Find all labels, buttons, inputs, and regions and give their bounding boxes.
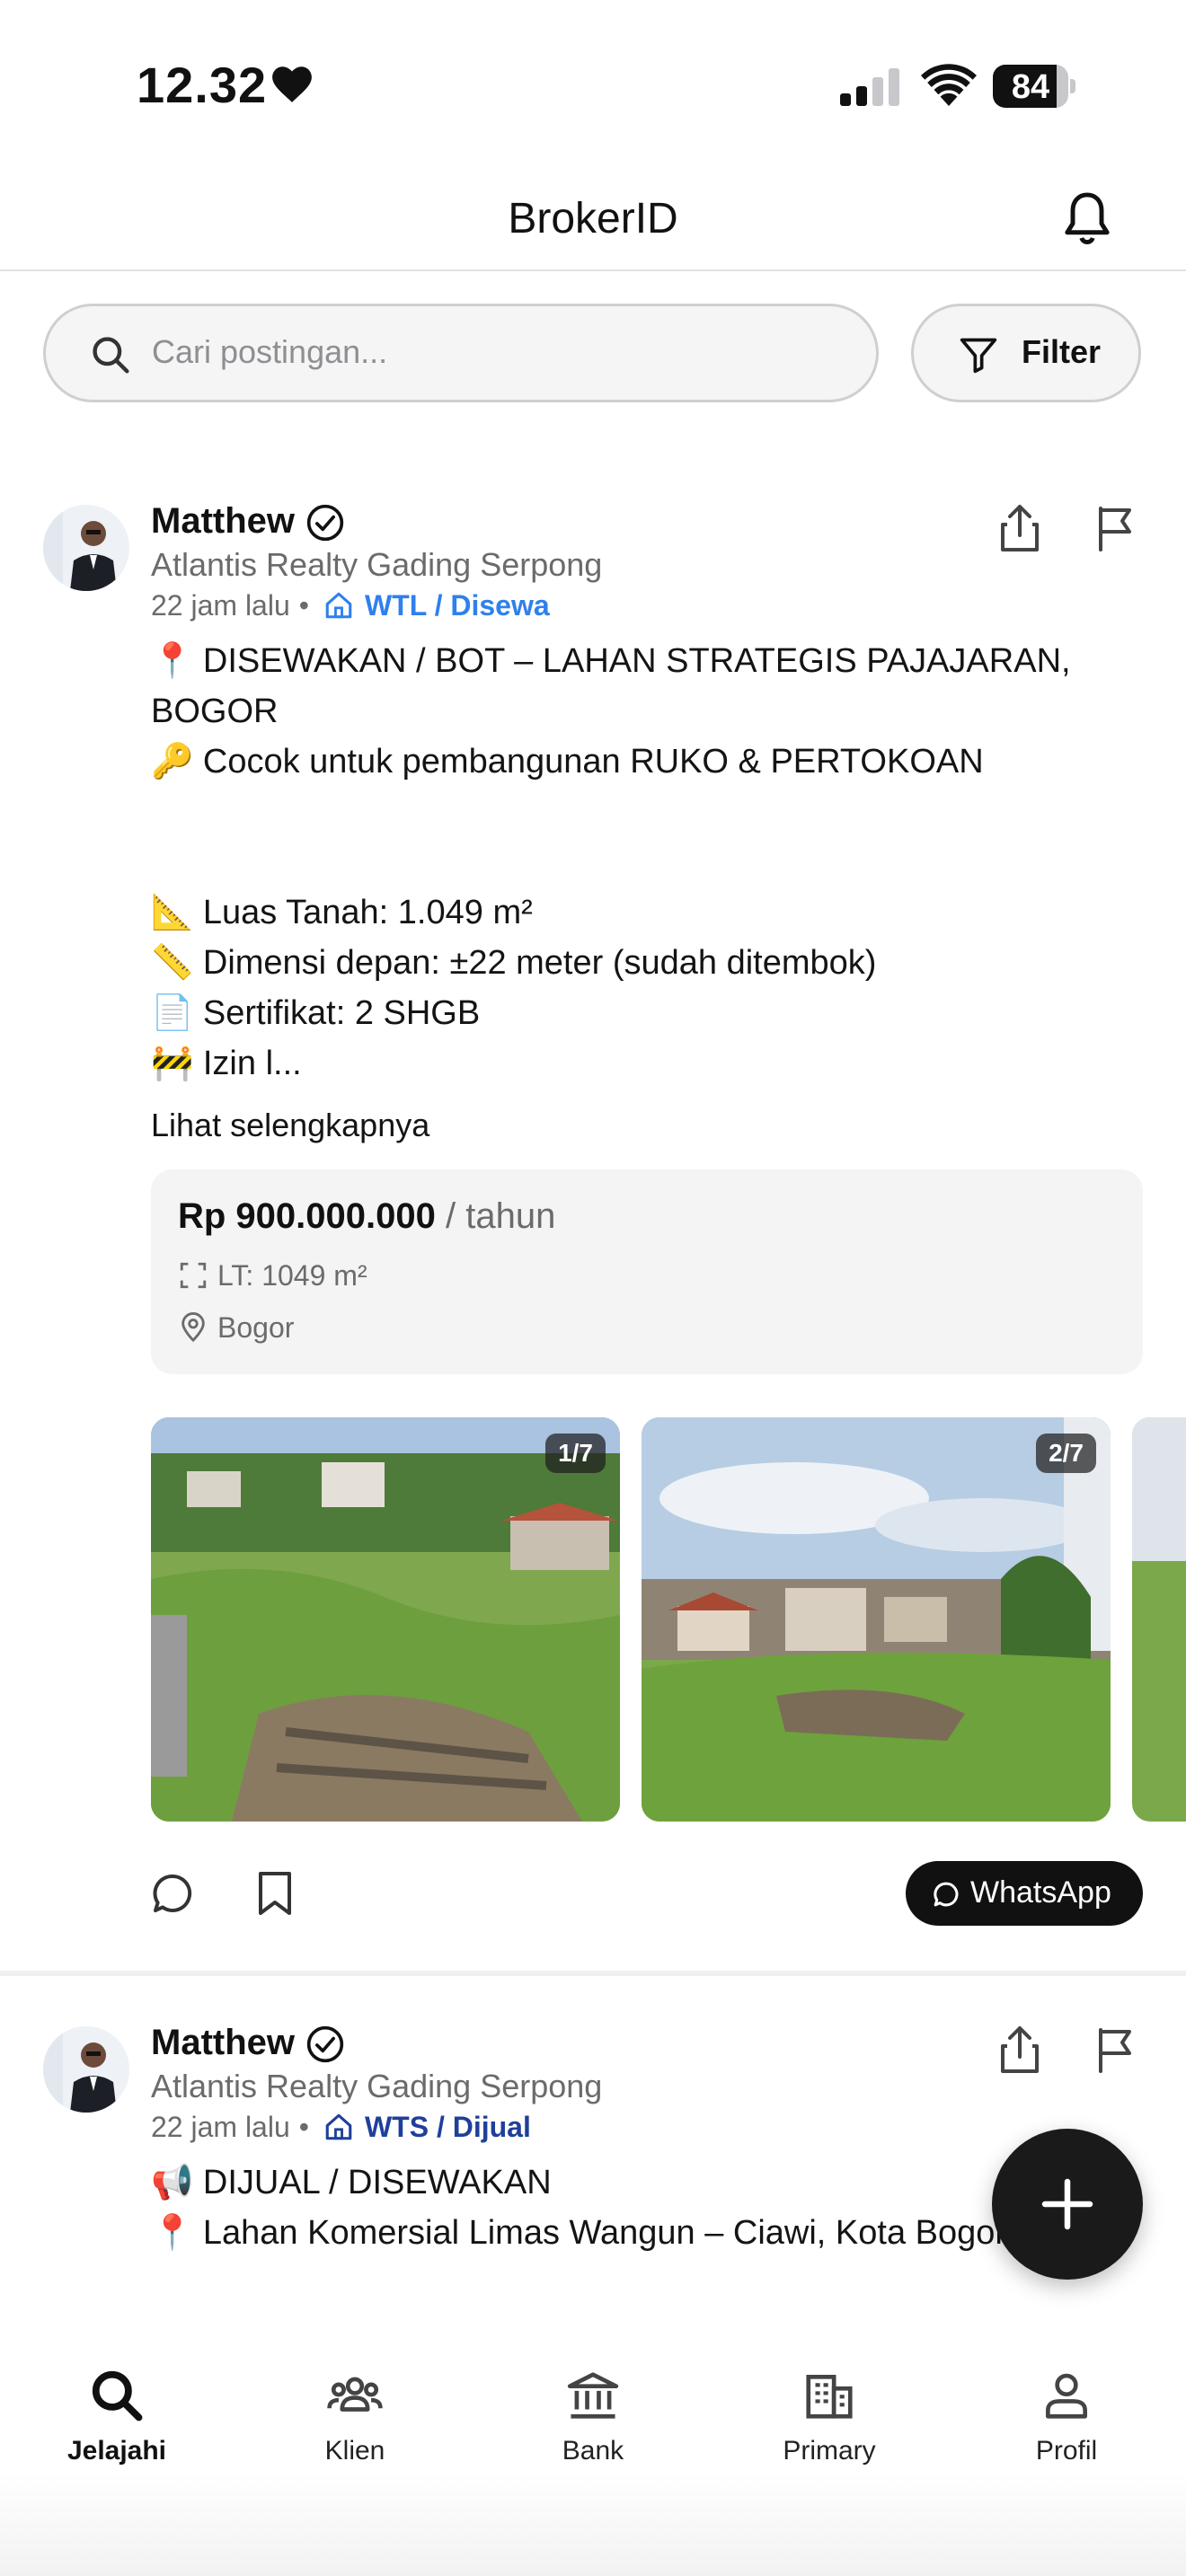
location: Bogor: [178, 1311, 294, 1345]
author-agency: Atlantis Realty Gading Serpong: [151, 546, 603, 583]
photo-counter: 1/7: [545, 1434, 606, 1473]
listing-photo[interactable]: 2/7: [642, 1417, 1111, 1822]
meta-separator: •: [298, 2111, 309, 2143]
bank-icon: [567, 2372, 619, 2419]
avatar[interactable]: [43, 505, 129, 591]
battery-percentage: 84: [1011, 68, 1050, 106]
person-icon: [1046, 2373, 1087, 2419]
post-meta: 22 jam lalu • WTL / Disewa: [151, 589, 550, 622]
filter-button[interactable]: Filter: [911, 304, 1141, 402]
nav-label: Primary: [783, 2436, 876, 2466]
whatsapp-label: WhatsApp: [970, 1875, 1111, 1910]
building-icon: [806, 2375, 853, 2419]
app-title: BrokerID: [508, 195, 678, 243]
app-header: BrokerID: [0, 171, 1186, 271]
avatar[interactable]: [43, 2026, 129, 2113]
battery-body: 84: [993, 65, 1068, 108]
price-card[interactable]: Rp 900.000.000 / tahun LT: 1049 m² Bogor: [151, 1169, 1143, 1374]
bottom-navigation: Jelajahi Klien Bank Primary Profil: [0, 2317, 1186, 2576]
report-flag-icon[interactable]: [1093, 503, 1137, 553]
avatar-image: [43, 2026, 129, 2113]
land-photo: [151, 1417, 620, 1822]
area-icon: [180, 1262, 207, 1289]
nav-label: Klien: [324, 2436, 385, 2466]
battery-cap: [1070, 79, 1075, 93]
price-period: / tahun: [446, 1196, 556, 1236]
listing-photo[interactable]: [1132, 1417, 1186, 1822]
verified-icon: [306, 504, 344, 542]
chat-bubble-icon: [934, 1882, 959, 1907]
post-time: 22 jam lalu: [151, 589, 290, 622]
author-name[interactable]: Matthew: [151, 2023, 295, 2063]
location-pin-icon: [181, 1312, 205, 1343]
post-meta: 22 jam lalu • WTS / Dijual: [151, 2111, 531, 2144]
author-name[interactable]: Matthew: [151, 501, 295, 542]
search-input[interactable]: Cari postingan...: [43, 304, 879, 402]
nav-item-profil[interactable]: Profil: [977, 2368, 1156, 2484]
status-time: 12.32: [137, 57, 268, 113]
share-icon[interactable]: [997, 2025, 1042, 2075]
land-photo: [1132, 1417, 1186, 1822]
land-area: LT: 1049 m²: [178, 1259, 367, 1292]
post-time: 22 jam lalu: [151, 2111, 290, 2143]
nav-item-bank[interactable]: Bank: [503, 2368, 683, 2484]
nav-label: Jelajahi: [66, 2436, 167, 2466]
search-icon: [93, 337, 129, 374]
listing-tag[interactable]: WTS / Dijual: [365, 2111, 531, 2143]
report-flag-icon[interactable]: [1093, 2025, 1137, 2075]
whatsapp-button[interactable]: WhatsApp: [906, 1861, 1143, 1926]
nav-item-primary[interactable]: Primary: [739, 2368, 919, 2484]
meta-separator: •: [298, 589, 309, 622]
nav-item-klien[interactable]: Klien: [265, 2368, 445, 2484]
battery-indicator: 84: [993, 65, 1075, 108]
filter-label: Filter: [1022, 333, 1102, 370]
location-value: Bogor: [217, 1311, 295, 1344]
cellular-signal-icon: [840, 68, 899, 106]
search-icon: [92, 2370, 143, 2422]
bookmark-icon[interactable]: [255, 1870, 295, 1917]
listing-tag[interactable]: WTL / Disewa: [365, 589, 550, 622]
plus-icon: [1041, 2178, 1093, 2230]
post-divider: [0, 1971, 1186, 1976]
verified-icon: [306, 2025, 344, 2063]
price: Rp 900.000.000 / tahun: [178, 1196, 555, 1237]
nav-label: Bank: [562, 2436, 624, 2466]
house-icon: [325, 592, 352, 619]
photo-carousel[interactable]: 1/7 2/7: [151, 1417, 1186, 1822]
price-amount: Rp 900.000.000: [178, 1196, 436, 1236]
house-icon: [325, 2113, 352, 2140]
comment-icon[interactable]: [151, 1872, 194, 1915]
people-icon: [327, 2377, 383, 2412]
create-post-button[interactable]: [992, 2129, 1143, 2280]
see-more-link[interactable]: Lihat selengkapnya: [151, 1107, 429, 1144]
wifi-icon: [921, 64, 977, 106]
nav-label: Profil: [1035, 2436, 1098, 2466]
heart-icon: [272, 66, 312, 102]
post-actions: WhatsApp: [0, 1861, 1186, 1926]
listing-photo[interactable]: 1/7: [151, 1417, 620, 1822]
land-photo: [642, 1417, 1111, 1822]
author-agency: Atlantis Realty Gading Serpong: [151, 2068, 603, 2104]
nav-item-jelajahi[interactable]: Jelajahi: [27, 2368, 207, 2484]
notification-bell-icon[interactable]: [1060, 190, 1114, 248]
photo-counter: 2/7: [1036, 1434, 1096, 1473]
post-description: 📍 DISEWAKAN / BOT – LAHAN STRATEGIS PAJA…: [151, 642, 1071, 1082]
share-icon[interactable]: [997, 503, 1042, 553]
land-area-value: LT: 1049 m²: [217, 1259, 367, 1292]
filter-icon: [960, 338, 997, 374]
avatar-image: [43, 505, 129, 591]
status-bar: 12.32 84: [0, 0, 1186, 171]
search-placeholder: Cari postingan...: [152, 333, 388, 370]
